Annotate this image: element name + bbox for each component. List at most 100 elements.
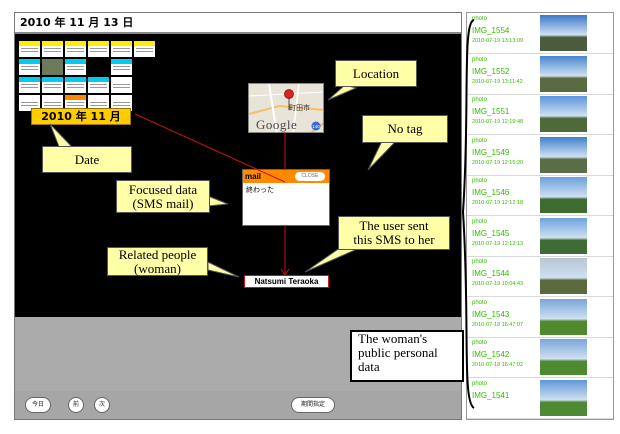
location-map[interactable]: 140 町田市 Google <box>248 83 324 133</box>
callout-public-data: The woman's public personal data <box>350 330 464 382</box>
callout-related-line-2: (woman) <box>134 260 181 276</box>
calendar-day-cell[interactable] <box>65 59 86 75</box>
calendar-day-cell[interactable] <box>88 41 109 57</box>
photo-list-item[interactable]: photo IMG_1549 2010-07-19 12:15:20 <box>467 135 613 176</box>
photo-type-label: photo <box>472 137 488 144</box>
next-button[interactable]: 次 <box>94 397 110 413</box>
callout-public-line-3: data <box>358 359 380 374</box>
mini-calendar[interactable] <box>19 41 159 115</box>
calendar-day-cell[interactable] <box>88 59 109 75</box>
photo-thumbnail[interactable] <box>540 379 587 416</box>
map-pin-icon <box>284 89 294 99</box>
photo-thumbnail[interactable] <box>540 96 587 132</box>
photo-thumbnail[interactable] <box>540 258 587 294</box>
photo-type-label: photo <box>472 178 488 184</box>
photo-timestamp: 2010-07-19 12:12:18 <box>472 200 524 206</box>
today-button[interactable]: 今日 <box>25 397 51 413</box>
photo-list-item[interactable]: photo IMG_1554 2010-07-19 13:13:09 <box>467 13 613 54</box>
photo-type-label: photo <box>472 259 488 265</box>
photo-timestamp: 2010-07-19 12:15:20 <box>472 159 524 166</box>
photo-item-text: photo IMG_1552 2010-07-19 13:11:42 <box>472 56 523 86</box>
photo-timestamp: 2010-07-19 12:12:13 <box>472 240 524 247</box>
photo-thumbnail[interactable] <box>540 177 587 213</box>
photo-list-item[interactable]: photo IMG_1544 2010-07-19 10:04:43 <box>467 256 613 297</box>
related-person-tag[interactable]: Natsumi Teraoka <box>244 275 329 288</box>
photo-item-text: photo IMG_1544 2010-07-19 10:04:43 <box>472 258 523 288</box>
callout-no-tag: No tag <box>362 115 448 143</box>
photo-type-label: photo <box>472 218 488 225</box>
calendar-day-cell[interactable] <box>134 77 155 93</box>
callout-related-people: Related people (woman) <box>107 247 208 276</box>
photo-type-label: photo <box>472 380 488 387</box>
photo-name: IMG_1546 <box>472 188 510 197</box>
photo-item-text: photo IMG_1549 2010-07-19 12:15:20 <box>472 137 523 167</box>
callout-related-line-1: Related people <box>118 246 197 262</box>
photo-list-item[interactable]: photo IMG_1552 2010-07-19 13:11:42 <box>467 54 613 95</box>
photo-name: IMG_1544 <box>472 269 510 278</box>
photo-timestamp: 2010-07-18 16:47:02 <box>472 362 524 368</box>
calendar-day-cell[interactable] <box>42 41 63 57</box>
focus-card-title: mail <box>245 172 262 181</box>
photo-list-item[interactable]: photo IMG_1545 2010-07-19 12:12:13 <box>467 216 613 257</box>
photo-timestamp: 2010-07-19 13:13:09 <box>472 38 524 44</box>
photo-thumbnail[interactable] <box>540 298 587 335</box>
photo-name: IMG_1551 <box>472 107 510 116</box>
date-header: 2010 年 11 月 13 日 <box>15 13 461 34</box>
calendar-day-cell[interactable] <box>19 59 40 75</box>
photo-list-item[interactable]: photo IMG_1543 2010-07-18 16:47:07 <box>467 297 613 338</box>
photo-type-label: photo <box>472 97 488 103</box>
callout-public-line-2: public personal <box>358 345 438 360</box>
photo-list-item[interactable]: photo IMG_1546 2010-07-19 12:12:18 <box>467 175 613 216</box>
photo-list-item[interactable]: photo IMG_1542 2010-07-18 16:47:02 <box>467 337 613 378</box>
photo-name: IMG_1541 <box>472 390 510 400</box>
map-place-label: 町田市 <box>289 104 310 112</box>
photo-timestamp: 2010-07-18 16:47:07 <box>472 321 524 328</box>
bottom-toolbar: 今日 前 次 期間指定 <box>15 391 461 419</box>
calendar-day-cell[interactable] <box>19 77 40 93</box>
photo-type-label: photo <box>472 340 488 346</box>
photo-timestamp: 2010-07-19 12:19:48 <box>472 119 524 125</box>
photo-name: IMG_1545 <box>472 228 510 238</box>
callout-location: Location <box>335 60 417 87</box>
callout-focused-data: Focused data (SMS mail) <box>116 180 210 213</box>
photo-list-item[interactable]: photo IMG_1541 <box>467 378 613 419</box>
photo-thumbnail[interactable] <box>540 15 587 51</box>
period-button[interactable]: 期間指定 <box>291 397 335 413</box>
calendar-day-cell[interactable] <box>88 77 109 93</box>
focused-mail-card[interactable]: mail CLOSE 終わった <box>242 169 330 226</box>
map-brand: Google <box>256 117 298 132</box>
photo-thumbnail[interactable] <box>540 217 587 254</box>
calendar-photo-thumb[interactable] <box>42 59 63 75</box>
calendar-day-cell[interactable] <box>65 77 86 93</box>
calendar-day-cell[interactable] <box>111 77 132 93</box>
calendar-day-cell[interactable] <box>42 77 63 93</box>
callout-focused-line-1: Focused data <box>128 181 198 197</box>
callout-sent: The user sent this SMS to her <box>338 216 450 250</box>
close-button[interactable]: CLOSE <box>295 172 325 181</box>
photo-name: IMG_1552 <box>472 66 510 76</box>
calendar-day-cell[interactable] <box>134 41 155 57</box>
photo-type-label: photo <box>472 56 488 63</box>
photo-item-text: photo IMG_1541 <box>472 380 509 402</box>
route-number: 140 <box>312 124 320 129</box>
photo-item-text: photo IMG_1546 2010-07-19 12:12:18 <box>472 177 523 207</box>
date-tag[interactable]: 2010 年 11 月 13 日 <box>31 108 131 138</box>
prev-button[interactable]: 前 <box>68 397 84 413</box>
photo-item-text: photo IMG_1545 2010-07-19 12:12:13 <box>472 218 523 248</box>
photo-name: IMG_1554 <box>472 26 510 35</box>
photo-thumbnail[interactable] <box>540 55 587 92</box>
photo-name: IMG_1542 <box>472 350 510 359</box>
calendar-day-cell[interactable] <box>111 41 132 57</box>
calendar-day-cell[interactable] <box>65 41 86 57</box>
photo-list-item[interactable]: photo IMG_1551 2010-07-19 12:19:48 <box>467 94 613 135</box>
callout-date: Date <box>42 146 132 173</box>
callout-sent-line-2: this SMS to her <box>353 232 435 247</box>
photo-type-label: photo <box>472 16 488 22</box>
calendar-day-cell[interactable] <box>19 41 40 57</box>
photo-thumbnail[interactable] <box>540 339 587 375</box>
calendar-day-cell[interactable] <box>134 59 155 75</box>
photo-thumbnail[interactable] <box>540 136 587 173</box>
calendar-day-cell[interactable] <box>134 95 155 111</box>
calendar-day-cell[interactable] <box>111 59 132 75</box>
photo-name: IMG_1543 <box>472 309 510 319</box>
